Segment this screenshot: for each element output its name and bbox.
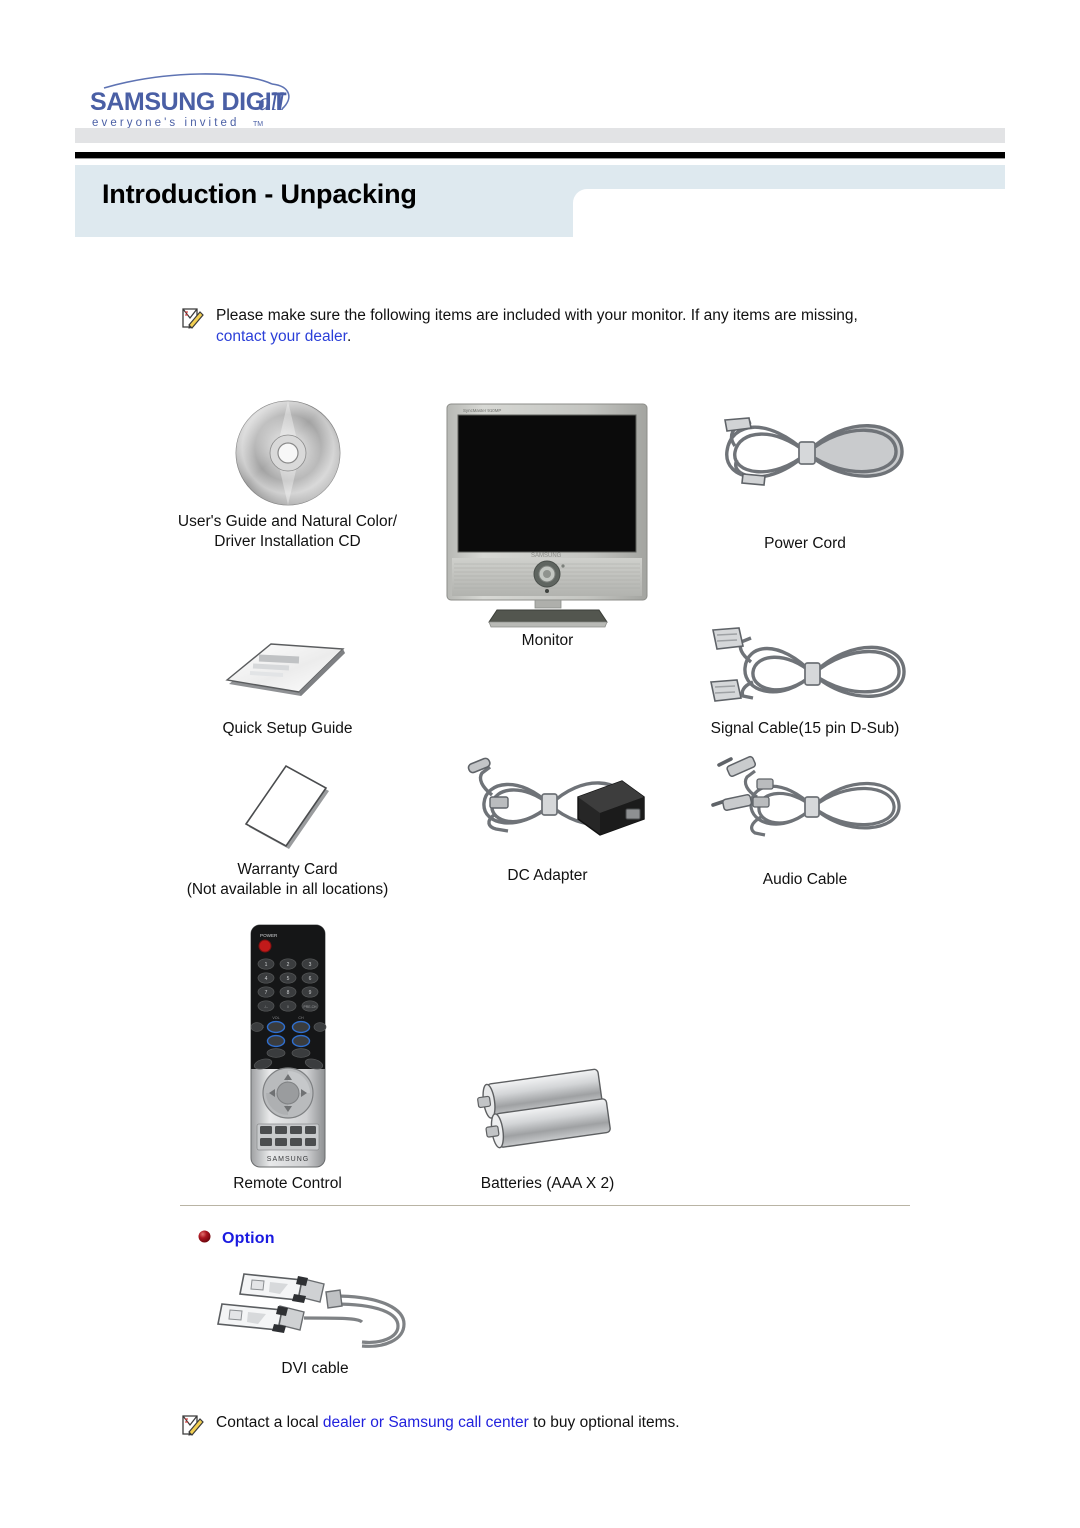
header-black-rule bbox=[75, 152, 1005, 159]
compact-disc-icon bbox=[150, 395, 425, 510]
item-remote-control-caption: Remote Control bbox=[233, 1175, 342, 1192]
dealer-call-center-link[interactable]: dealer or Samsung call center bbox=[323, 1414, 529, 1431]
svg-text:5: 5 bbox=[286, 976, 289, 982]
svg-text:SyncMaster 910MP: SyncMaster 910MP bbox=[463, 408, 501, 413]
title-banner: Introduction - Unpacking bbox=[75, 165, 1005, 237]
svg-text:0: 0 bbox=[287, 1005, 289, 1009]
dc-adapter-icon bbox=[425, 753, 670, 858]
item-monitor: SyncMaster 910MP SAMSUNG Monitor bbox=[425, 395, 670, 651]
item-power-cord-caption: Power Cord bbox=[764, 535, 846, 552]
svg-text:CH: CH bbox=[298, 1016, 304, 1020]
svg-text:all: all bbox=[258, 89, 284, 116]
item-dvi-cable: DVI cable bbox=[200, 1268, 430, 1378]
option-label: Option bbox=[222, 1230, 275, 1247]
item-power-cord: Power Cord bbox=[670, 395, 940, 651]
battery-icon bbox=[425, 1032, 670, 1172]
item-warranty-card-caption: Warranty Card (Not available in all loca… bbox=[186, 861, 389, 898]
samsung-logo-svg: SAMSUNG DIGIT all everyone's invited TM bbox=[90, 73, 290, 128]
note-bottom-text-before: Contact a local bbox=[216, 1414, 323, 1431]
item-dvi-cable-caption: DVI cable bbox=[281, 1360, 349, 1377]
item-dc-adapter: DC Adapter bbox=[425, 753, 670, 900]
items-row-3: Warranty Card (Not available in all loca… bbox=[150, 753, 940, 900]
items-row-2-spacer bbox=[425, 625, 670, 739]
svg-text:everyone's invited: everyone's invited bbox=[92, 117, 240, 128]
item-warranty-card: Warranty Card (Not available in all loca… bbox=[150, 753, 425, 900]
svg-text:SAMSUNG DIGIT: SAMSUNG DIGIT bbox=[90, 88, 286, 116]
item-batteries-caption: Batteries (AAA X 2) bbox=[480, 1175, 615, 1192]
svg-text:POWER: POWER bbox=[260, 933, 278, 938]
note-pencil-icon bbox=[180, 306, 206, 335]
note-bottom-text: Contact a local dealer or Samsung call c… bbox=[216, 1412, 680, 1433]
svg-text:SAMSUNG: SAMSUNG bbox=[531, 553, 562, 559]
item-cd-caption: User's Guide and Natural Color/ Driver I… bbox=[177, 513, 398, 550]
svg-text:4: 4 bbox=[264, 976, 267, 982]
item-signal-cable: Signal Cable(15 pin D-Sub) bbox=[670, 625, 940, 739]
svg-text:VOL: VOL bbox=[272, 1016, 279, 1020]
item-cd: User's Guide and Natural Color/ Driver I… bbox=[150, 395, 425, 651]
d-sub-cable-icon bbox=[670, 625, 940, 717]
items-row-4: POWER 1 2 3 4 5 6 7 8 9 -/-- 0 PRE-CH VOL CH S… bbox=[150, 920, 940, 1194]
items-row-4-spacer bbox=[670, 920, 940, 1194]
item-batteries: Batteries (AAA X 2) bbox=[425, 1032, 670, 1194]
item-audio-cable: Audio Cable bbox=[670, 753, 940, 900]
note-top-text: Please make sure the following items are… bbox=[216, 305, 910, 347]
item-dc-adapter-caption: DC Adapter bbox=[507, 867, 588, 884]
section-divider bbox=[180, 1205, 910, 1206]
dvi-cable-icon bbox=[200, 1268, 430, 1356]
header-gray-bar bbox=[75, 128, 1005, 143]
contact-dealer-link[interactable]: contact your dealer bbox=[216, 328, 347, 345]
svg-text:-/--: -/-- bbox=[263, 1005, 267, 1009]
svg-text:1: 1 bbox=[264, 962, 267, 968]
svg-text:7: 7 bbox=[264, 990, 267, 996]
svg-text:2: 2 bbox=[286, 962, 289, 968]
lcd-monitor-icon: SyncMaster 910MP SAMSUNG bbox=[425, 399, 670, 629]
title-banner-notch bbox=[573, 189, 1005, 237]
svg-text:3: 3 bbox=[308, 962, 311, 968]
item-quick-setup-guide: Quick Setup Guide bbox=[150, 625, 425, 739]
svg-text:TM: TM bbox=[253, 121, 263, 128]
booklet-icon bbox=[150, 625, 425, 717]
unpacking-items-grid: User's Guide and Natural Color/ Driver I… bbox=[150, 395, 940, 1194]
svg-text:PRE-CH: PRE-CH bbox=[303, 1005, 317, 1009]
note-pencil-icon bbox=[180, 1413, 206, 1442]
power-cord-icon bbox=[670, 395, 940, 510]
item-remote-control: POWER 1 2 3 4 5 6 7 8 9 -/-- 0 PRE-CH VOL CH S… bbox=[150, 920, 425, 1194]
svg-text:9: 9 bbox=[308, 990, 311, 996]
note-top-text-before: Please make sure the following items are… bbox=[216, 307, 858, 324]
items-row-1: User's Guide and Natural Color/ Driver I… bbox=[150, 395, 940, 651]
audio-cable-icon bbox=[670, 753, 940, 858]
svg-text:6: 6 bbox=[308, 976, 311, 982]
red-sphere-bullet-icon bbox=[198, 1230, 211, 1248]
samsung-logo: SAMSUNG DIGIT all everyone's invited TM bbox=[76, 68, 376, 128]
items-row-2: Quick Setup Guide Signal Cable(15 pin D-… bbox=[150, 625, 940, 739]
svg-text:SAMSUNG: SAMSUNG bbox=[266, 1156, 308, 1163]
page-title: Introduction - Unpacking bbox=[102, 179, 417, 209]
note-bottom-text-after: to buy optional items. bbox=[528, 1414, 680, 1431]
note-top-text-after: . bbox=[346, 328, 352, 345]
item-quick-setup-guide-caption: Quick Setup Guide bbox=[222, 720, 353, 737]
option-section-header: Option bbox=[198, 1230, 275, 1248]
remote-control-icon: POWER 1 2 3 4 5 6 7 8 9 -/-- 0 PRE-CH VOL CH S… bbox=[150, 920, 425, 1172]
note-top: Please make sure the following items are… bbox=[180, 305, 910, 347]
svg-text:8: 8 bbox=[286, 990, 289, 996]
item-audio-cable-caption: Audio Cable bbox=[762, 871, 848, 888]
note-bottom: Contact a local dealer or Samsung call c… bbox=[180, 1412, 910, 1442]
card-icon bbox=[150, 753, 425, 858]
